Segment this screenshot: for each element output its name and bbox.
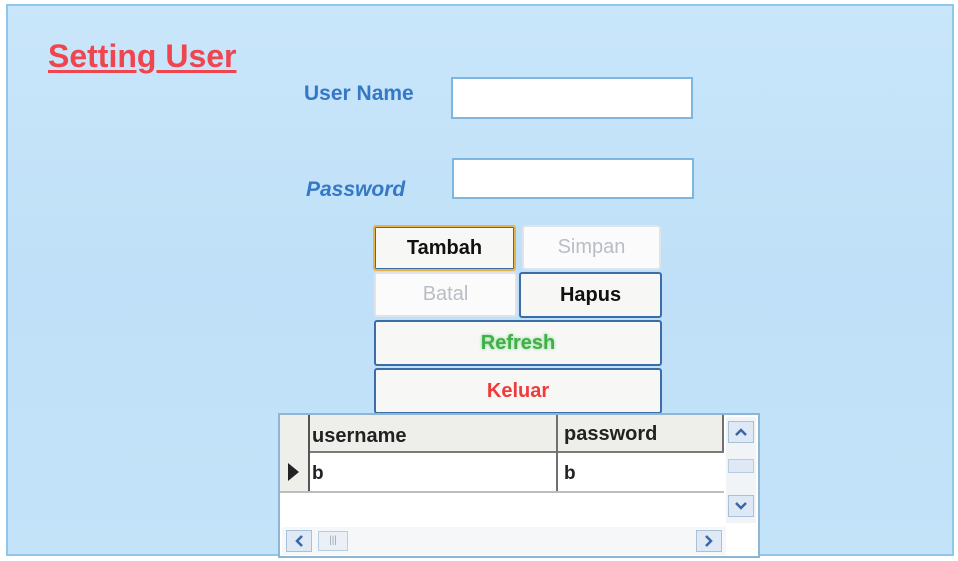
horizontal-scroll-thumb[interactable]: ||| — [318, 531, 348, 551]
column-divider[interactable] — [722, 415, 724, 451]
row-indicator-column — [280, 415, 310, 493]
vertical-scrollbar[interactable] — [726, 417, 756, 523]
column-header-password[interactable]: password — [564, 423, 657, 446]
vertical-scroll-thumb[interactable] — [728, 459, 754, 473]
simpan-button[interactable]: Simpan — [522, 225, 661, 270]
chevron-right-icon[interactable] — [696, 530, 722, 552]
password-input[interactable] — [452, 158, 694, 199]
username-input[interactable] — [451, 77, 693, 119]
column-divider[interactable] — [556, 415, 558, 493]
password-label: Password — [306, 178, 406, 201]
tambah-button[interactable]: Tambah — [373, 225, 516, 271]
horizontal-scrollbar[interactable]: ||| — [282, 527, 726, 555]
chevron-up-icon[interactable] — [728, 421, 754, 443]
user-data-grid[interactable]: username password b b ||| — [278, 413, 760, 558]
username-label: User Name — [304, 82, 414, 105]
batal-button[interactable]: Batal — [374, 272, 517, 317]
form-window: Setting User User Name Password Tambah S… — [6, 4, 954, 558]
table-cell-username[interactable]: b — [312, 463, 324, 485]
hapus-button[interactable]: Hapus — [519, 272, 662, 318]
page-title: Setting User — [48, 38, 237, 74]
column-header-username[interactable]: username — [312, 425, 407, 448]
triangle-right-icon — [288, 463, 299, 481]
row-divider — [280, 491, 724, 493]
chevron-left-icon[interactable] — [286, 530, 312, 552]
keluar-button[interactable]: Keluar — [374, 368, 662, 414]
table-cell-password[interactable]: b — [564, 463, 576, 485]
refresh-button[interactable]: Refresh — [374, 320, 662, 366]
chevron-down-icon[interactable] — [728, 495, 754, 517]
